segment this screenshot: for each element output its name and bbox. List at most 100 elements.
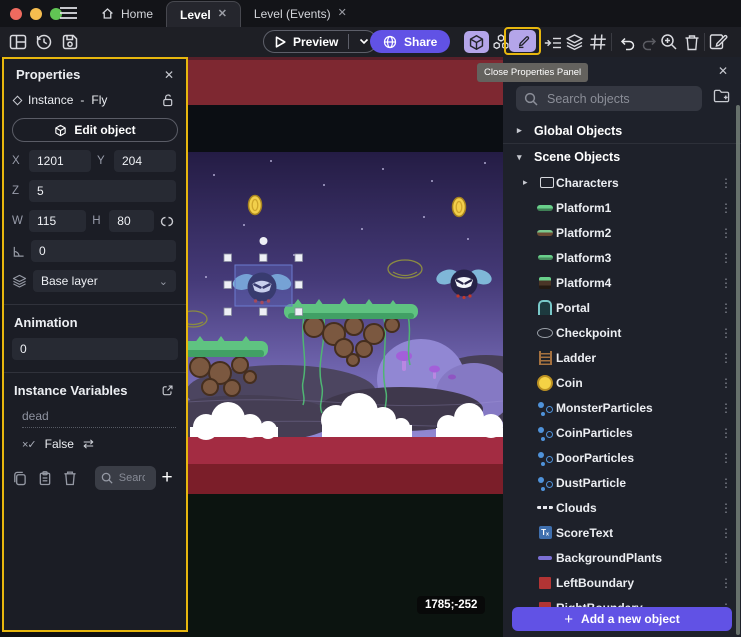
objects-search-input[interactable] [545, 91, 694, 107]
toggle-value-icon[interactable]: ⇄ [83, 436, 94, 452]
item-menu-icon[interactable]: ⋮ [720, 576, 732, 590]
layer-select[interactable]: Base layer ⌄ [33, 270, 176, 292]
save-button[interactable] [60, 32, 80, 52]
coin[interactable] [453, 198, 466, 217]
edit-object-button[interactable]: Edit object [12, 118, 178, 142]
checkpoint-icon [537, 325, 553, 341]
item-menu-icon[interactable]: ⋮ [720, 326, 732, 340]
close-tab-icon[interactable]: ✕ [218, 9, 227, 20]
z-field[interactable] [29, 180, 176, 202]
object-list-item[interactable]: Platform1 ⋮ [503, 195, 741, 220]
window-controls [10, 8, 62, 20]
collapsed-arrow-icon[interactable]: ▸ [523, 177, 528, 188]
close-properties-icon[interactable]: ✕ [164, 68, 174, 82]
toggle-panels-button[interactable] [8, 32, 28, 52]
platform-icon [537, 225, 553, 241]
y-field[interactable] [114, 150, 176, 172]
object-list-item[interactable]: Portal ⋮ [503, 295, 741, 320]
tab-level[interactable]: Level ✕ [166, 1, 241, 27]
scene-objects-group[interactable]: ▾ Scene Objects [503, 144, 741, 170]
scene-canvas[interactable] [186, 57, 503, 637]
width-field[interactable] [29, 210, 86, 232]
object-list-item[interactable]: Platform3 ⋮ [503, 245, 741, 270]
object-list-item[interactable]: MonsterParticles ⋮ [503, 395, 741, 420]
platform-icon [537, 200, 553, 216]
object-list-item[interactable]: ScoreText ⋮ [503, 520, 741, 545]
item-menu-icon[interactable]: ⋮ [720, 476, 732, 490]
close-objects-panel-icon[interactable]: ✕ [718, 64, 728, 78]
item-menu-icon[interactable]: ⋮ [720, 276, 732, 290]
item-menu-icon[interactable]: ⋮ [720, 451, 732, 465]
variable-value[interactable]: False [45, 437, 74, 451]
object-list-item[interactable]: Platform2 ⋮ [503, 220, 741, 245]
object-list-item[interactable]: ▸ Characters ⋮ [503, 170, 741, 195]
x-field[interactable] [29, 150, 91, 172]
objects-scrollbar[interactable] [736, 105, 740, 635]
open-variables-editor-icon[interactable] [161, 384, 174, 397]
item-menu-icon[interactable]: ⋮ [720, 426, 732, 440]
item-menu-icon[interactable]: ⋮ [720, 301, 732, 315]
object-list-item[interactable]: BackgroundPlants ⋮ [503, 545, 741, 570]
object-list-item[interactable]: DustParticle ⋮ [503, 470, 741, 495]
history-button[interactable] [34, 32, 54, 52]
particles-icon [537, 425, 553, 441]
item-menu-icon[interactable]: ⋮ [720, 176, 732, 190]
minimize-window-icon[interactable] [30, 8, 42, 20]
item-menu-icon[interactable]: ⋮ [720, 226, 732, 240]
toggle-3d-view-button[interactable] [464, 31, 489, 53]
item-menu-icon[interactable]: ⋮ [720, 351, 732, 365]
redo-button[interactable] [639, 33, 659, 53]
paste-variable-icon[interactable] [38, 468, 64, 488]
undo-button[interactable] [617, 33, 637, 53]
objects-search-box[interactable] [516, 86, 702, 111]
link-dimensions-icon[interactable] [160, 214, 176, 229]
item-menu-icon[interactable]: ⋮ [720, 251, 732, 265]
edit-scene-events-button[interactable] [709, 31, 729, 51]
add-folder-icon[interactable] [713, 88, 731, 104]
delete-button[interactable] [682, 32, 702, 52]
object-list-item[interactable]: LeftBoundary ⋮ [503, 570, 741, 595]
global-objects-group[interactable]: ▸ Global Objects [503, 118, 741, 144]
object-list-item[interactable]: Platform4 ⋮ [503, 270, 741, 295]
tab-home[interactable]: Home [88, 0, 166, 27]
tab-level-events[interactable]: Level (Events) ✕ [241, 0, 360, 27]
item-menu-icon[interactable]: ⋮ [720, 201, 732, 215]
item-menu-icon[interactable]: ⋮ [720, 501, 732, 515]
collapsed-arrow-icon: ▸ [517, 125, 525, 136]
undo-icon [619, 36, 636, 51]
home-icon [101, 7, 114, 20]
preview-button[interactable]: Preview [263, 30, 377, 53]
rotate-handle[interactable] [260, 237, 268, 245]
animation-field[interactable] [12, 338, 178, 360]
item-menu-icon[interactable]: ⋮ [720, 376, 732, 390]
item-menu-icon[interactable]: ⋮ [720, 526, 732, 540]
menu-icon[interactable] [60, 6, 77, 20]
height-field[interactable] [109, 210, 154, 232]
delete-variable-icon[interactable] [63, 468, 89, 488]
object-list-item[interactable]: Clouds ⋮ [503, 495, 741, 520]
copy-variable-icon[interactable] [12, 468, 38, 488]
add-new-object-button[interactable]: + Add a new object [512, 607, 732, 631]
instances-list-button[interactable] [543, 33, 563, 53]
item-menu-icon[interactable]: ⋮ [720, 401, 732, 415]
object-list-item[interactable]: Checkpoint ⋮ [503, 320, 741, 345]
add-variable-button[interactable]: + [156, 467, 178, 489]
object-list-item[interactable]: Ladder ⋮ [503, 345, 741, 370]
edit-properties-button[interactable] [509, 30, 536, 52]
lock-instance-icon[interactable] [161, 93, 174, 107]
object-list-item[interactable]: CoinParticles ⋮ [503, 420, 741, 445]
item-menu-icon[interactable]: ⋮ [720, 551, 732, 565]
variable-name[interactable]: dead [22, 409, 176, 428]
particles-icon [537, 475, 553, 491]
object-list-item[interactable]: Coin ⋮ [503, 370, 741, 395]
zoom-in-button[interactable] [659, 32, 679, 52]
close-tab-icon[interactable]: ✕ [338, 8, 347, 19]
close-window-icon[interactable] [10, 8, 22, 20]
share-button[interactable]: Share [370, 30, 450, 53]
angle-field[interactable] [31, 240, 176, 262]
grid-button[interactable] [588, 32, 608, 52]
coin[interactable] [249, 196, 262, 215]
object-list-item[interactable]: DoorParticles ⋮ [503, 445, 741, 470]
layers-panel-button[interactable] [564, 32, 584, 52]
variables-search-input[interactable] [95, 466, 156, 490]
